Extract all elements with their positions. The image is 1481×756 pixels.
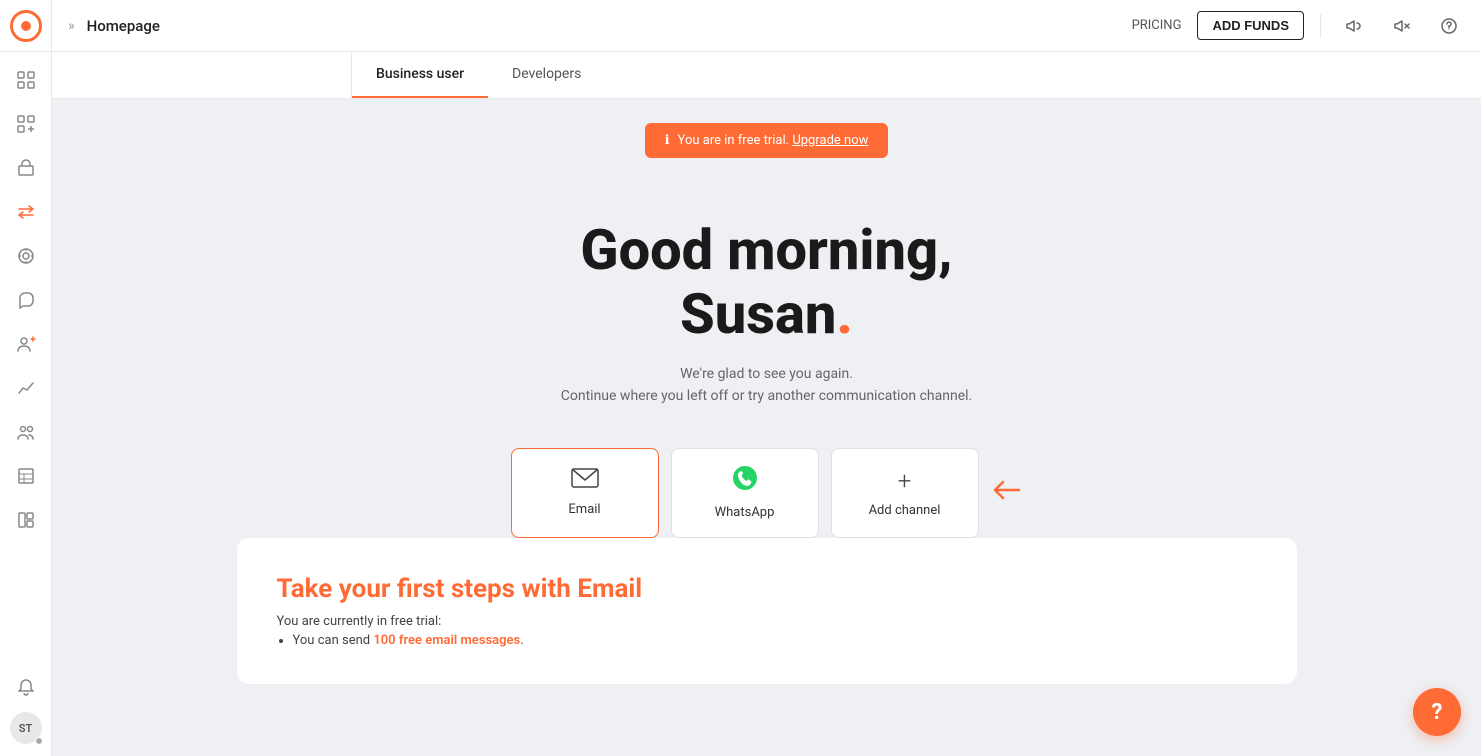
tab-bar: Business user Developers bbox=[52, 52, 1481, 99]
logo-circle bbox=[10, 10, 42, 42]
sidebar-bottom: ST bbox=[6, 668, 46, 756]
nav-actions: PRICING ADD FUNDS bbox=[1132, 10, 1465, 42]
email-label: Email bbox=[568, 502, 600, 517]
avatar-status-dot bbox=[35, 737, 43, 745]
nav-divider bbox=[1320, 14, 1321, 38]
alert-text: You are in free trial. Upgrade now bbox=[678, 133, 869, 148]
whatsapp-label: WhatsApp bbox=[715, 505, 775, 520]
grid3-icon[interactable] bbox=[6, 500, 46, 540]
sidebar: ST bbox=[0, 0, 52, 756]
target-icon[interactable] bbox=[6, 236, 46, 276]
add-channel-label: Add channel bbox=[869, 503, 941, 518]
grid-icon[interactable] bbox=[6, 60, 46, 100]
chat-icon[interactable] bbox=[6, 280, 46, 320]
mute-icon[interactable] bbox=[1385, 10, 1417, 42]
tab-business-user[interactable]: Business user bbox=[352, 52, 488, 98]
steps-title: Take your first steps with Email bbox=[277, 574, 1257, 604]
table-icon[interactable] bbox=[6, 456, 46, 496]
main-content: » Homepage PRICING ADD FUNDS bbox=[52, 0, 1481, 756]
free-trial-alert[interactable]: ℹ You are in free trial. Upgrade now bbox=[645, 123, 889, 158]
exchange-icon[interactable] bbox=[6, 192, 46, 232]
steps-section: Take your first steps with Email You are… bbox=[237, 538, 1297, 684]
email-icon bbox=[571, 468, 599, 494]
sidebar-icons bbox=[6, 52, 46, 668]
channel-card-email[interactable]: Email bbox=[511, 448, 659, 538]
logo-inner bbox=[21, 21, 31, 31]
channel-row: Email WhatsApp + Add channel bbox=[511, 448, 1023, 538]
notification-icon[interactable] bbox=[6, 668, 46, 708]
sidebar-logo[interactable] bbox=[0, 0, 52, 52]
hero-section: Good morning, Susan. We're glad to see y… bbox=[561, 218, 972, 408]
top-nav: » Homepage PRICING ADD FUNDS bbox=[52, 0, 1481, 52]
analytics-icon[interactable] bbox=[6, 368, 46, 408]
steps-description: You are currently in free trial: You can… bbox=[277, 614, 1257, 648]
breadcrumb-chevron[interactable]: » bbox=[68, 18, 75, 34]
page-content: ℹ You are in free trial. Upgrade now Goo… bbox=[52, 99, 1481, 756]
page-title: Homepage bbox=[87, 17, 1120, 35]
hero-subtitle: We're glad to see you again. Continue wh… bbox=[561, 363, 972, 408]
megaphone-icon[interactable] bbox=[1337, 10, 1369, 42]
channel-card-whatsapp[interactable]: WhatsApp bbox=[671, 448, 819, 538]
help-icon[interactable] bbox=[1433, 10, 1465, 42]
add-channel-icon: + bbox=[898, 467, 912, 495]
tab-developers[interactable]: Developers bbox=[488, 52, 605, 98]
add-grid-icon[interactable] bbox=[6, 104, 46, 144]
channel-card-add[interactable]: + Add channel bbox=[831, 448, 979, 538]
hero-title: Good morning, Susan. bbox=[561, 218, 972, 347]
alert-icon: ℹ bbox=[665, 133, 670, 148]
add-funds-button[interactable]: ADD FUNDS bbox=[1197, 11, 1304, 40]
pricing-link[interactable]: PRICING bbox=[1132, 18, 1182, 33]
whatsapp-icon bbox=[732, 465, 758, 497]
tab-spacer bbox=[52, 52, 352, 98]
shop-icon[interactable] bbox=[6, 148, 46, 188]
avatar[interactable]: ST bbox=[10, 712, 42, 744]
users-plus-icon[interactable] bbox=[6, 324, 46, 364]
channel-arrow-icon bbox=[991, 476, 1023, 509]
help-bubble[interactable]: ? bbox=[1413, 688, 1461, 736]
audience-icon[interactable] bbox=[6, 412, 46, 452]
hero-dot: . bbox=[836, 281, 853, 347]
upgrade-link[interactable]: Upgrade now bbox=[792, 133, 868, 148]
